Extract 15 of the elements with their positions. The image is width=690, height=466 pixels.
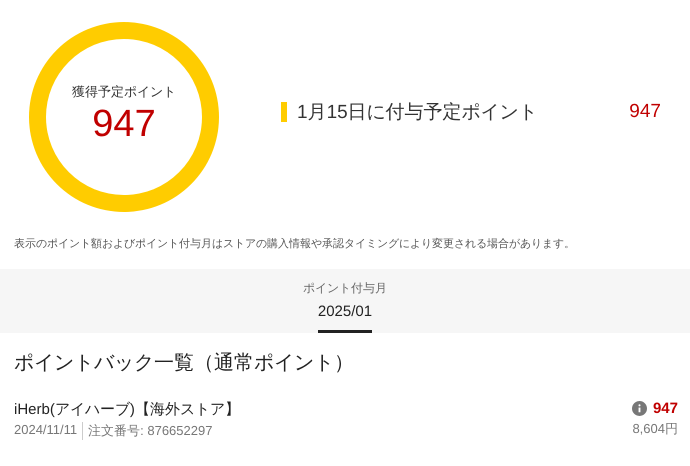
info-icon[interactable] (632, 401, 647, 416)
list-heading: ポイントバック一覧（通常ポイント） (14, 351, 355, 376)
ring-label: 獲得予定ポイント (72, 82, 176, 100)
month-tab[interactable]: 2025/01 (318, 303, 372, 333)
accent-bar (281, 102, 287, 122)
points-total: 947 (92, 102, 156, 146)
scheduled-label: 1月15日に付与予定ポイント (297, 101, 539, 125)
order-date: 2024/11/11 (14, 422, 84, 440)
notice-text: 表示のポイント額およびポイント付与月はストアの購入情報や承認タイミングにより変更される場合があります。 (14, 236, 576, 251)
order-number: 注文番号: 876652297 (88, 422, 212, 440)
scheduled-points: 947 (629, 101, 661, 123)
item-points: 947 (652, 400, 678, 417)
month-label: ポイント付与月 (303, 280, 387, 297)
store-name[interactable]: iHerb(アイハーブ)【海外ストア】 (14, 400, 240, 419)
purchase-amount: 8,604円 (632, 420, 678, 438)
